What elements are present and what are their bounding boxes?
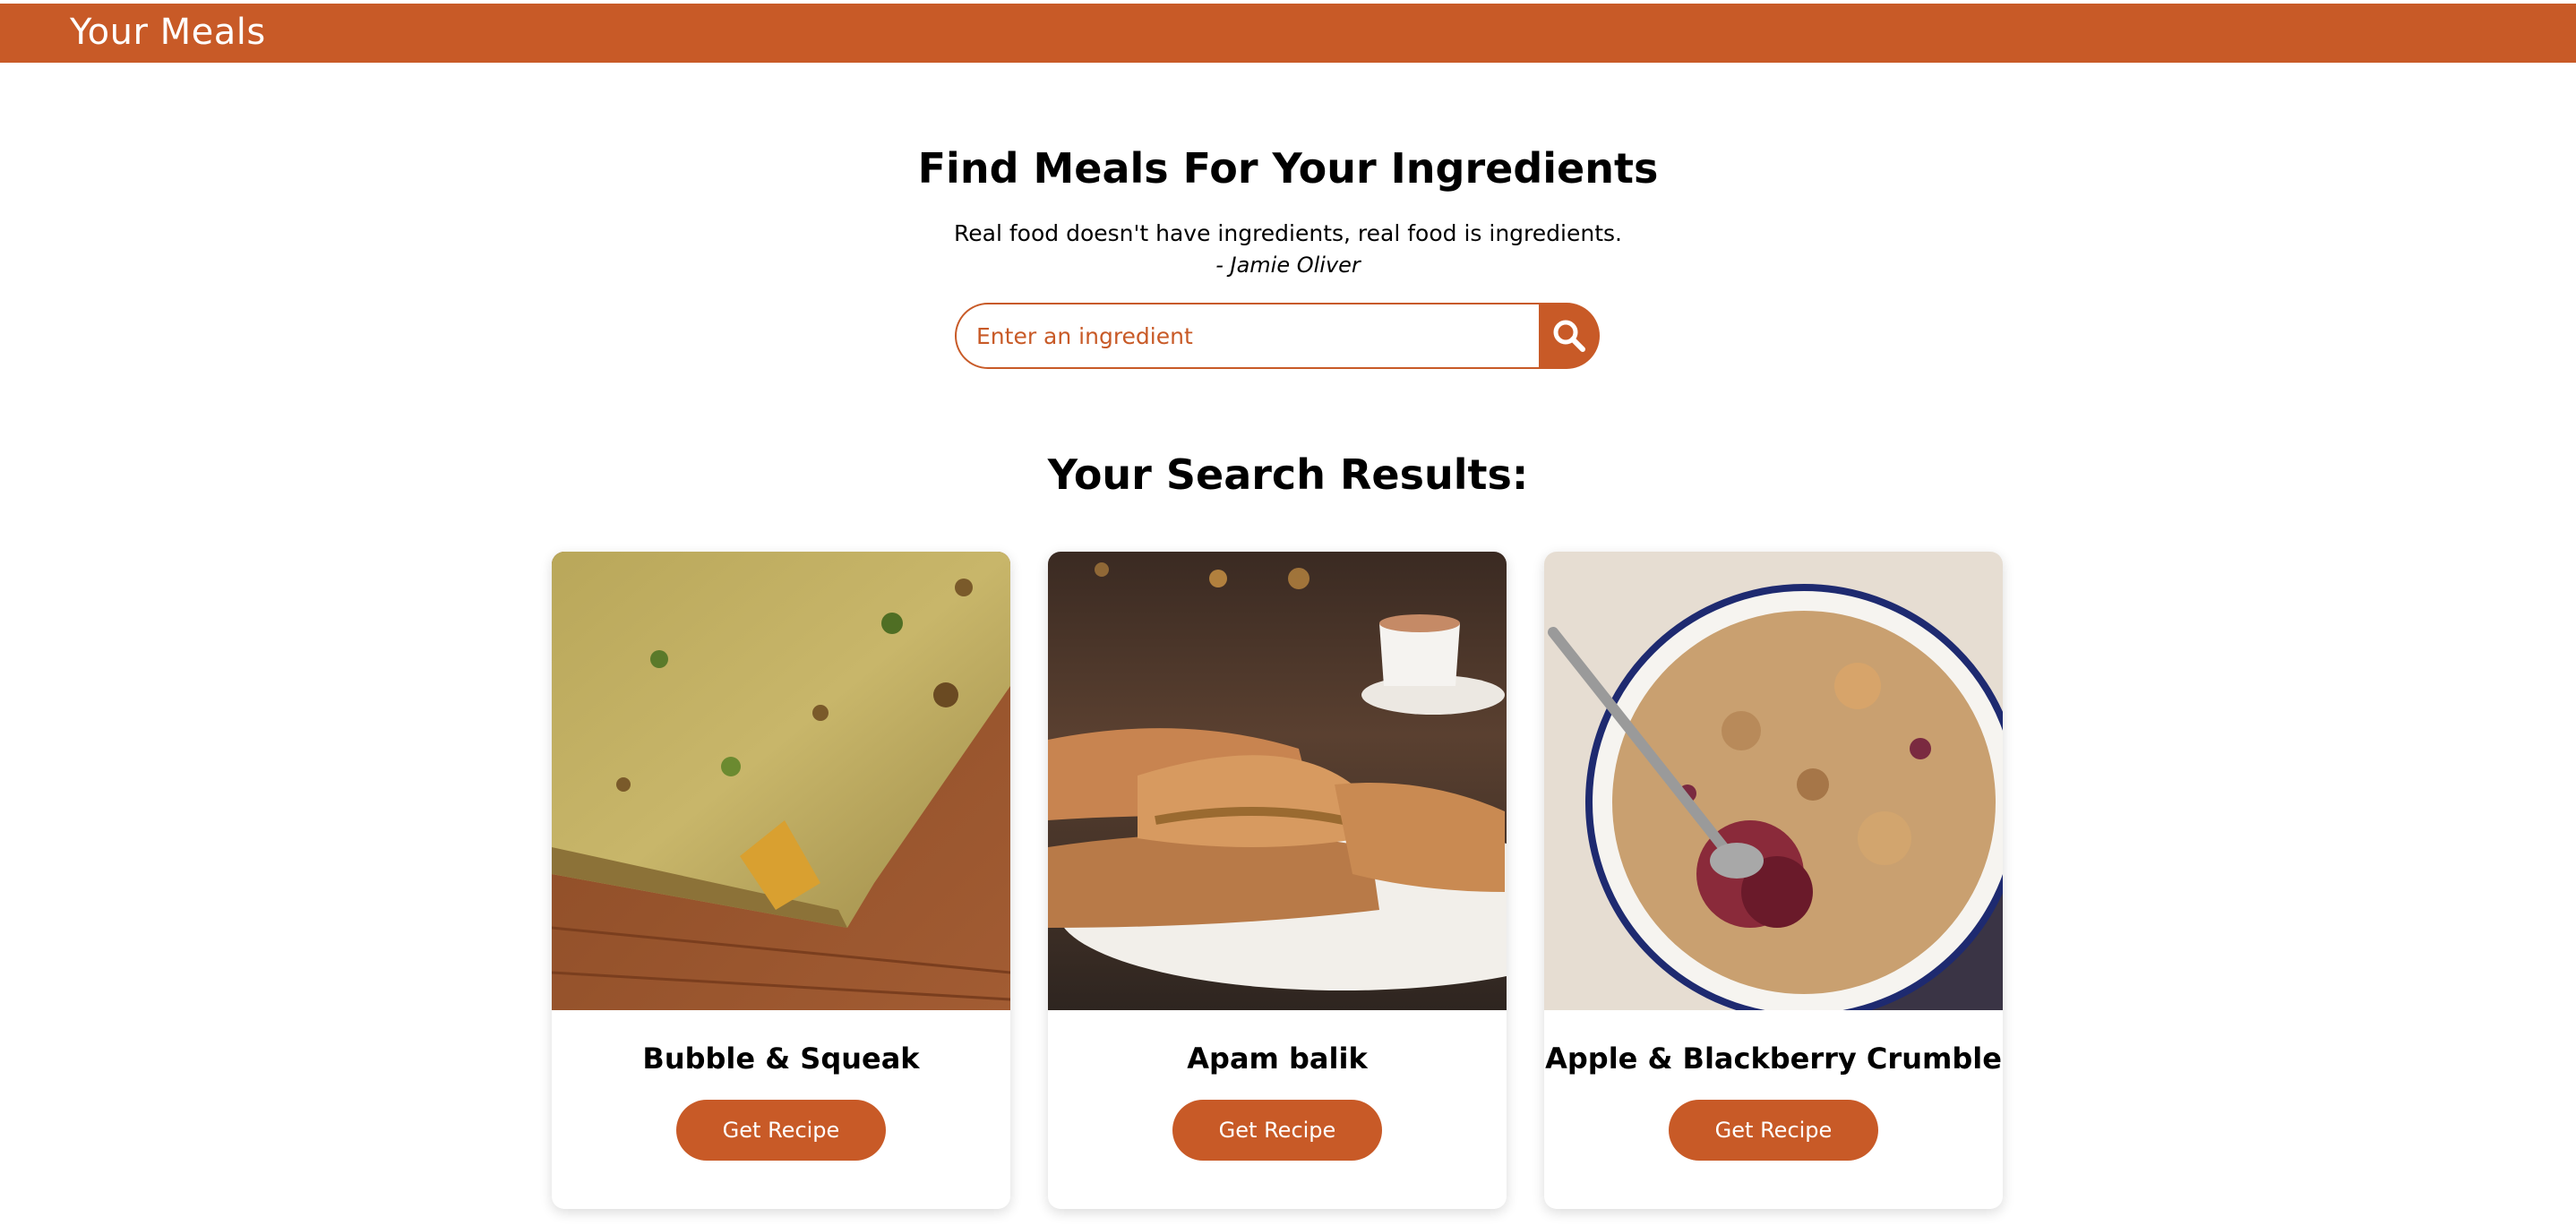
meal-name: Apple & Blackberry Crumble bbox=[1545, 1042, 2002, 1076]
get-recipe-button[interactable]: Get Recipe bbox=[676, 1100, 886, 1161]
ingredient-search-input[interactable] bbox=[955, 303, 1539, 369]
apple-blackberry-crumble-photo bbox=[1544, 552, 2003, 1010]
meal-card: Bubble & Squeak Get Recipe bbox=[552, 552, 1010, 1209]
get-recipe-button[interactable]: Get Recipe bbox=[1172, 1100, 1382, 1161]
meal-card: Apam balik Get Recipe bbox=[1048, 552, 1507, 1209]
meal-card: Apple & Blackberry Crumble Get Recipe bbox=[1544, 552, 2003, 1209]
search-bar bbox=[955, 303, 1600, 369]
results-title: Your Search Results: bbox=[1047, 450, 1529, 499]
search-button[interactable] bbox=[1539, 303, 1600, 369]
quote-text: Real food doesn't have ingredients, real… bbox=[954, 220, 1622, 246]
top-nav-bar: Your Meals bbox=[0, 4, 2576, 63]
page-title: Find Meals For Your Ingredients bbox=[917, 144, 1659, 193]
bubble-and-squeak-photo bbox=[552, 552, 1010, 1010]
brand-title[interactable]: Your Meals bbox=[70, 7, 266, 57]
quote-author: - Jamie Oliver bbox=[1215, 253, 1361, 278]
meal-name: Bubble & Squeak bbox=[642, 1042, 920, 1076]
get-recipe-button[interactable]: Get Recipe bbox=[1669, 1100, 1878, 1161]
apam-balik-photo bbox=[1048, 552, 1507, 1010]
search-icon bbox=[1553, 320, 1585, 352]
meal-name: Apam balik bbox=[1187, 1042, 1368, 1076]
